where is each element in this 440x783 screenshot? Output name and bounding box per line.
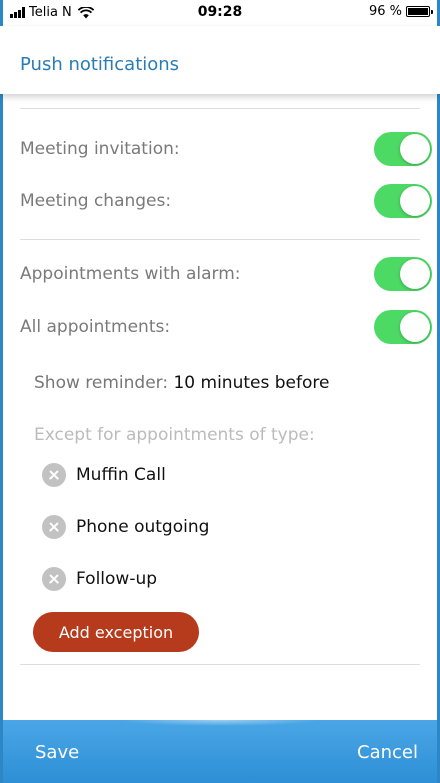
divider	[20, 664, 420, 665]
meeting-changes-switch[interactable]	[374, 184, 432, 218]
reminder-label: Show reminder:	[34, 373, 169, 393]
meeting-invitation-switch[interactable]	[374, 132, 432, 166]
status-right: 96 %	[368, 4, 433, 19]
cancel-button[interactable]: Cancel	[357, 742, 418, 763]
toggle-label: Appointments with alarm:	[20, 264, 241, 284]
exception-name: Follow-up	[76, 569, 158, 589]
frame-border-left	[0, 0, 3, 783]
toggle-label: Meeting invitation:	[20, 139, 180, 159]
divider	[20, 239, 420, 240]
footer-glow	[120, 720, 320, 726]
remove-icon[interactable]	[42, 515, 66, 539]
switch-knob	[400, 186, 430, 216]
remove-icon[interactable]	[42, 463, 66, 487]
switch-knob	[400, 134, 430, 164]
remove-icon[interactable]	[42, 567, 66, 591]
switch-knob	[400, 312, 430, 342]
page-title: Push notifications	[20, 54, 180, 75]
all-appointments-switch[interactable]	[374, 310, 432, 344]
exception-item: Follow-up	[42, 564, 157, 594]
toggle-row-appointments-alarm: Appointments with alarm:	[20, 255, 432, 295]
toggle-label: All appointments:	[20, 317, 171, 337]
toggle-row-meeting-invitation: Meeting invitation:	[20, 130, 432, 170]
exceptions-label: Except for appointments of type:	[34, 425, 315, 445]
add-exception-button[interactable]: Add exception	[33, 612, 199, 652]
footer-bar: Save Cancel	[0, 720, 440, 783]
reminder-setting[interactable]: Show reminder: 10 minutes before	[34, 373, 329, 393]
exception-item: Phone outgoing	[42, 512, 209, 542]
exception-item: Muffin Call	[42, 460, 166, 490]
header: Push notifications	[0, 26, 440, 94]
toggle-label: Meeting changes:	[20, 191, 172, 211]
exception-name: Phone outgoing	[76, 517, 210, 537]
reminder-value[interactable]: 10 minutes before	[173, 373, 329, 393]
toggle-row-meeting-changes: Meeting changes:	[20, 182, 432, 222]
exception-name: Muffin Call	[76, 465, 166, 485]
app-screen: Telia N 09:28 96 % Push notifications Me…	[0, 0, 440, 783]
battery-icon	[406, 6, 433, 17]
switch-knob	[400, 259, 430, 289]
toggle-row-all-appointments: All appointments:	[20, 308, 432, 348]
save-button[interactable]: Save	[35, 742, 79, 763]
divider	[20, 108, 420, 109]
battery-percent: 96 %	[368, 4, 402, 19]
appointments-alarm-switch[interactable]	[374, 257, 432, 291]
status-bar: Telia N 09:28 96 %	[0, 0, 440, 26]
